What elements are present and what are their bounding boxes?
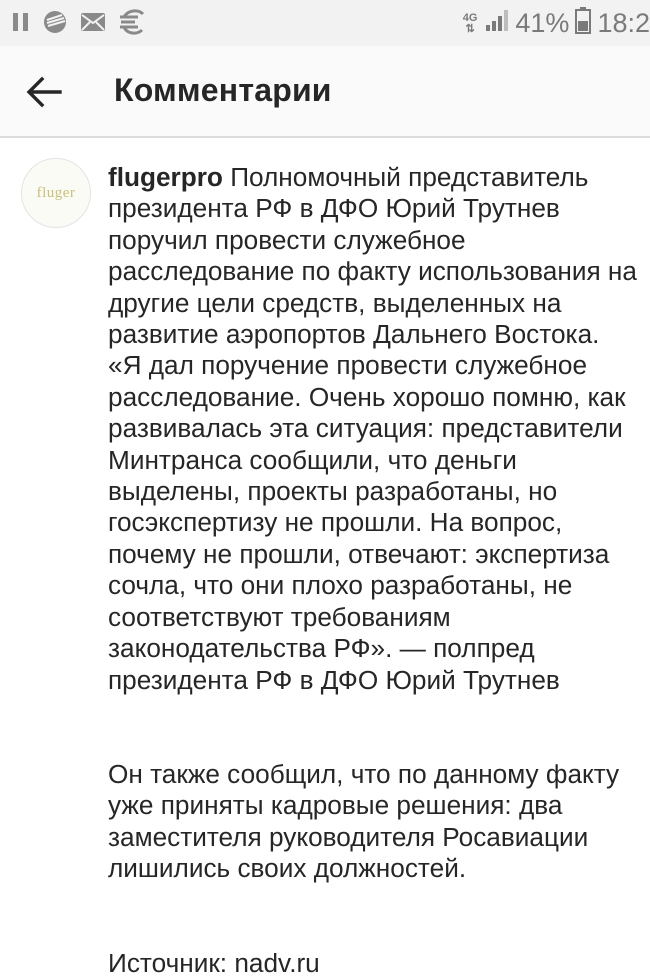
network-type-label: 4G [462, 11, 478, 24]
status-bar: 4G ⇅ 41% 18:2 [0, 0, 650, 46]
data-arrows-icon: ⇅ [465, 22, 475, 35]
clock: 18:2 [597, 8, 650, 38]
app-bar: Комментарии [0, 46, 650, 138]
comment-paragraph-1: flugerpro Полномочный представитель през… [108, 162, 638, 696]
arrow-back-icon [22, 76, 66, 118]
mail-icon [80, 11, 106, 38]
comment-paragraph-1-text: Полномочный представитель президента РФ … [108, 162, 637, 695]
battery-icon [575, 6, 592, 41]
avatar[interactable]: fluger [21, 158, 91, 228]
network-type: 4G ⇅ [462, 11, 478, 35]
signal-icon [485, 8, 509, 39]
comment-username[interactable]: flugerpro [108, 162, 223, 192]
sberbank-icon [42, 9, 68, 40]
euro-app-icon [118, 9, 146, 40]
comment-source: Источник: nadv.ru [108, 947, 320, 978]
pause-icon [12, 10, 30, 39]
notification-icons [12, 9, 146, 40]
system-status: 4G ⇅ 41% 18:2 [463, 6, 650, 41]
comment-paragraph-2: Он также сообщил, что по данному факту у… [108, 758, 620, 884]
page-title: Комментарии [114, 72, 332, 108]
battery-percent: 41% [515, 8, 570, 38]
avatar-logo-text: fluger [36, 184, 76, 201]
comment-text: flugerpro Полномочный представитель през… [108, 162, 638, 979]
back-button[interactable] [22, 70, 66, 114]
